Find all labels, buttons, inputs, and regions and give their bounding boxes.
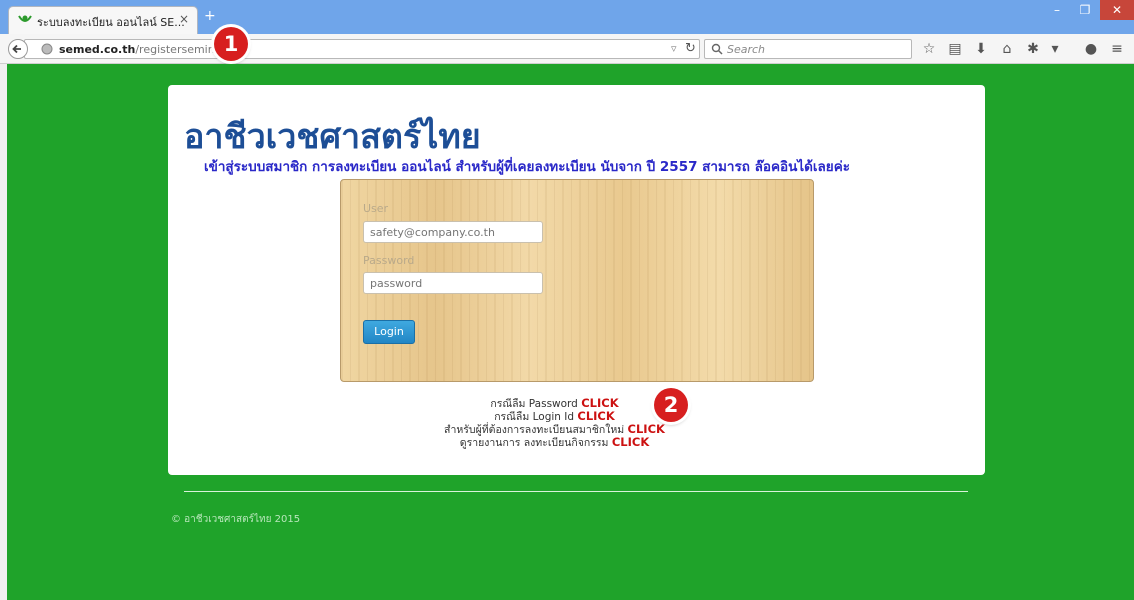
- close-window-button[interactable]: ✕: [1100, 0, 1134, 20]
- link-label: กรณีลืม Password: [490, 398, 578, 410]
- back-arrow-icon: [12, 44, 21, 54]
- browser-titlebar: ระบบลงทะเบียน ออนไลน์ SE... × + – ❐ ✕: [0, 0, 1134, 34]
- chat-icon[interactable]: ●: [1082, 40, 1100, 58]
- back-button[interactable]: [8, 39, 28, 59]
- url-text: semed.co.th/registerseminar: [59, 43, 226, 56]
- annotation-marker-1: 1: [214, 27, 248, 61]
- favicon-leaf-icon: [18, 15, 32, 22]
- url-path: /registerseminar: [135, 43, 226, 56]
- forgot-password-link[interactable]: CLICK: [581, 396, 618, 410]
- star-icon[interactable]: ☆: [920, 40, 938, 58]
- browser-navbar: semed.co.th/registerseminar ▿ ↻ Search ☆…: [0, 34, 1134, 64]
- link-label: กรณีลืม Login Id: [494, 411, 575, 423]
- list-item: สำหรับผู้ที่ต้องการลงทะเบียนสมาชิกใหม่ C…: [168, 422, 985, 437]
- link-label: สำหรับผู้ที่ต้องการลงทะเบียนสมาชิกใหม่: [444, 424, 625, 436]
- url-host: semed.co.th: [59, 43, 136, 56]
- annotation-marker-2: 2: [654, 388, 688, 422]
- login-button[interactable]: Login: [363, 320, 415, 344]
- chevron-down-icon[interactable]: ▾: [1046, 40, 1064, 58]
- list-item: ดูรายงานการ ลงทะเบียนกิจกรรม CLICK: [168, 435, 985, 450]
- close-icon[interactable]: ×: [179, 12, 189, 26]
- password-field[interactable]: [363, 272, 543, 294]
- url-bar[interactable]: semed.co.th/registerseminar ▿ ↻: [24, 39, 700, 59]
- password-label: Password: [363, 254, 415, 267]
- download-icon[interactable]: ⬇: [972, 40, 990, 58]
- menu-icon[interactable]: ≡: [1108, 40, 1126, 58]
- footer-divider: [184, 491, 968, 492]
- tab-title: ระบบลงทะเบียน ออนไลน์ SE...: [37, 16, 185, 29]
- plus-icon[interactable]: +: [204, 8, 216, 24]
- search-input[interactable]: Search: [704, 39, 912, 59]
- search-placeholder: Search: [727, 43, 766, 56]
- maximize-button[interactable]: ❐: [1072, 0, 1098, 20]
- user-label: User: [363, 202, 389, 215]
- search-icon: [711, 43, 723, 55]
- link-label: ดูรายงานการ ลงทะเบียนกิจกรรม: [459, 437, 609, 449]
- share-icon[interactable]: ✱: [1024, 40, 1042, 58]
- login-form: User Password Login: [340, 179, 814, 382]
- register-new-member-link[interactable]: CLICK: [628, 422, 665, 436]
- activity-report-link[interactable]: CLICK: [612, 435, 649, 449]
- footer-copyright: © อาชีวเวชศาสตร์ไทย 2015: [171, 514, 301, 525]
- home-icon[interactable]: ⌂: [998, 40, 1016, 58]
- reload-icon[interactable]: ↻: [685, 41, 696, 56]
- minimize-button[interactable]: –: [1044, 0, 1070, 20]
- user-field[interactable]: [363, 221, 543, 243]
- help-links: กรณีลืม Password CLICK กรณีลืม Login Id …: [168, 396, 985, 450]
- list-item: กรณีลืม Login Id CLICK: [168, 409, 985, 424]
- browser-tab[interactable]: ระบบลงทะเบียน ออนไลน์ SE... ×: [8, 6, 198, 34]
- page-background: อาชีวเวชศาสตร์ไทย เข้าสู่ระบบสมาชิก การล…: [7, 64, 1134, 600]
- globe-icon: [41, 43, 53, 55]
- forgot-login-id-link[interactable]: CLICK: [577, 409, 614, 423]
- page-subtitle: เข้าสู่ระบบสมาชิก การลงทะเบียน ออนไลน์ ส…: [204, 159, 850, 175]
- reading-list-icon[interactable]: ▤: [946, 40, 964, 58]
- dropdown-icon[interactable]: ▿: [671, 42, 677, 55]
- content-panel: อาชีวเวชศาสตร์ไทย เข้าสู่ระบบสมาชิก การล…: [168, 85, 985, 475]
